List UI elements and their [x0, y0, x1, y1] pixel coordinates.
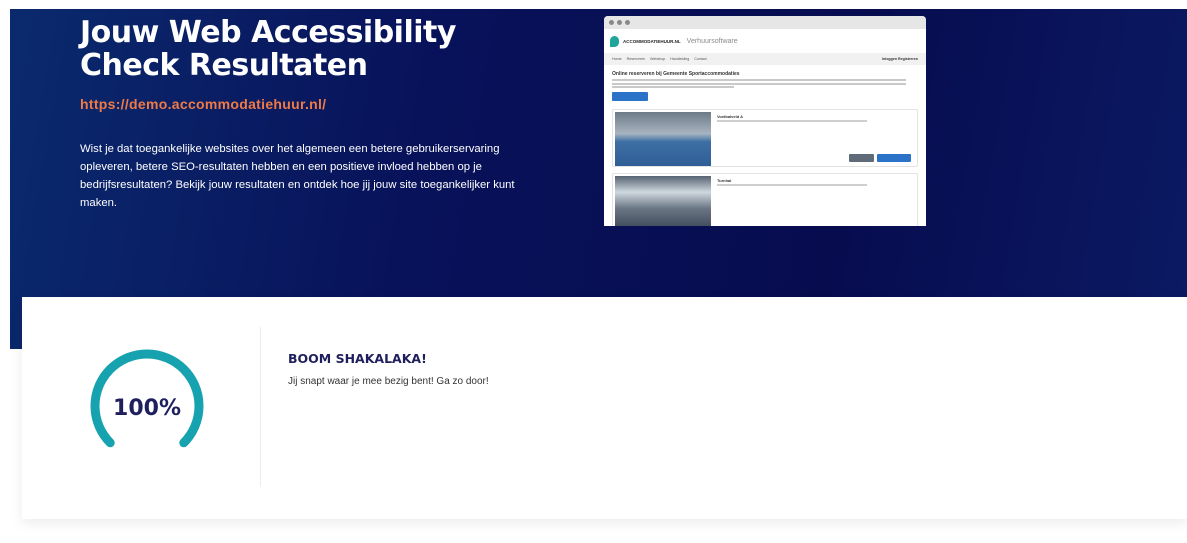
preview-card-title: Voetbalveld A: [717, 114, 744, 119]
preview-card-line: [717, 184, 867, 186]
preview-button: [612, 92, 648, 101]
window-dot-icon: [617, 20, 622, 25]
location-pin-icon: [610, 35, 619, 47]
site-preview-screenshot: ACCOMMODATIEHUUR.NL Verhuursoftware Home…: [604, 16, 926, 226]
preview-text-line: [612, 79, 906, 81]
preview-card-button: [877, 154, 911, 162]
card-divider: [260, 327, 261, 487]
preview-card: Turnhal: [612, 173, 918, 226]
preview-nav-item: Handleiding: [670, 57, 690, 61]
result-title: BOOM SHAKALAKA!: [288, 351, 427, 366]
preview-nav: Home Reserveren Webshop Handleiding Cont…: [604, 53, 926, 65]
preview-nav-item: Home: [612, 57, 622, 61]
browser-bar: [604, 16, 926, 29]
preview-card-button: [849, 154, 874, 162]
preview-brand: ACCOMMODATIEHUUR.NL: [623, 38, 681, 44]
preview-card-image: [615, 112, 711, 166]
preview-heading: Online reserveren bij Gemeente Sportacco…: [612, 71, 740, 77]
window-dot-icon: [609, 20, 614, 25]
hero-description: Wist je dat toegankelijke websites over …: [80, 143, 515, 209]
preview-nav-item: Contact: [694, 57, 707, 61]
page-title: Jouw Web Accessibility Check Resultaten: [80, 15, 456, 83]
result-message: Jij snapt waar je mee bezig bent! Ga zo …: [288, 376, 489, 387]
preview-body: Online reserveren bij Gemeente Sportacco…: [604, 65, 926, 226]
score-value: 100%: [113, 396, 181, 421]
preview-nav-item: Reserveren: [626, 57, 646, 61]
window-dot-icon: [625, 20, 630, 25]
preview-text-line: [612, 82, 906, 85]
preview-nav-login: Inloggen Registreren: [882, 57, 918, 61]
score-gauge: 100%: [90, 349, 204, 448]
result-card: 100% BOOM SHAKALAKA! Jij snapt waar je m…: [22, 297, 1187, 519]
checked-site-url[interactable]: https://demo.accommodatiehuur.nl/: [80, 96, 326, 112]
preview-card-image: [615, 176, 711, 226]
preview-card-line: [717, 120, 867, 122]
preview-text-line: [612, 86, 735, 88]
preview-header: ACCOMMODATIEHUUR.NL Verhuursoftware: [604, 29, 926, 53]
preview-subtitle: Verhuursoftware: [686, 37, 738, 45]
preview-card-title: Turnhal: [717, 178, 732, 183]
preview-card: Voetbalveld A: [612, 109, 918, 167]
preview-nav-item: Webshop: [650, 57, 666, 61]
